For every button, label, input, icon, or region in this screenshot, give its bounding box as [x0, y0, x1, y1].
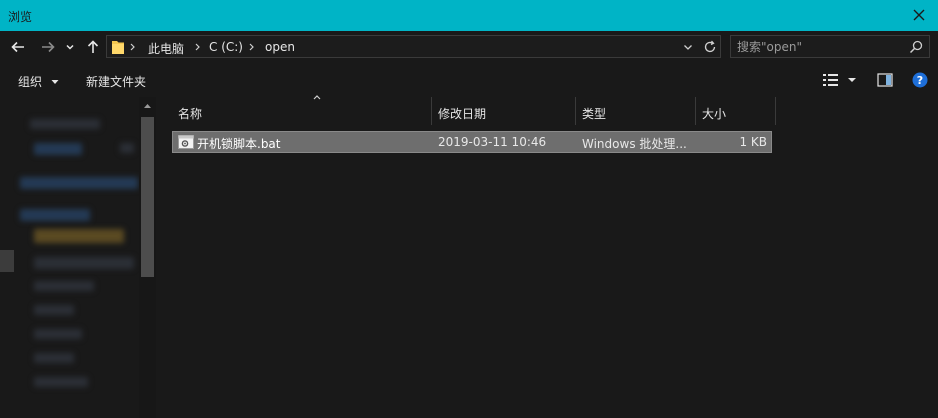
nav-item-blurred[interactable] — [20, 177, 138, 189]
address-row: 此电脑 C (C:) open — [0, 31, 938, 63]
file-list[interactable]: 名称 修改日期 类型 大小 开机锁脚本.bat 2019-03-11 10:46… — [158, 95, 938, 418]
nav-item-blurred[interactable] — [34, 281, 94, 291]
column-label-name: 名称 — [178, 107, 203, 121]
close-button[interactable] — [908, 4, 930, 26]
title-bar: 浏览 — [0, 0, 938, 31]
nav-item-blurred[interactable] — [34, 353, 74, 363]
column-header-size[interactable]: 大小 — [696, 97, 776, 125]
forward-arrow-icon — [42, 41, 55, 53]
view-options-icon — [823, 74, 856, 86]
organize-label: 组织 — [18, 75, 43, 89]
help-icon: ? — [912, 72, 928, 88]
view-options-button[interactable] — [822, 72, 860, 91]
chevron-down-icon[interactable] — [682, 41, 694, 53]
svg-text:?: ? — [917, 74, 923, 87]
address-bar[interactable]: 此电脑 C (C:) open — [106, 35, 721, 58]
column-label-type: 类型 — [582, 107, 607, 121]
nav-scroll-up-button[interactable] — [139, 97, 156, 114]
file-name: 开机锁脚本.bat — [197, 137, 281, 151]
new-folder-button[interactable]: 新建文件夹 — [86, 73, 146, 90]
search-box[interactable] — [730, 35, 930, 58]
sort-ascending-icon — [313, 95, 321, 100]
organize-button[interactable]: 组织 — [18, 73, 60, 90]
refresh-icon[interactable] — [703, 40, 717, 54]
nav-item-blurred[interactable] — [34, 143, 82, 155]
back-button[interactable] — [8, 37, 28, 57]
navigation-pane[interactable] — [0, 97, 158, 418]
nav-item-blurred[interactable] — [34, 257, 134, 269]
nav-scrollbar-thumb[interactable] — [141, 117, 154, 277]
close-icon — [913, 9, 925, 21]
chevron-down-icon — [51, 80, 59, 84]
nav-item-blurred[interactable] — [34, 377, 88, 387]
chevron-right-icon — [130, 43, 135, 51]
search-icon — [909, 40, 923, 54]
nav-item-blurred[interactable] — [20, 209, 90, 221]
back-arrow-icon — [11, 41, 24, 53]
column-header-date[interactable]: 修改日期 — [432, 97, 576, 125]
column-header-name[interactable]: 名称 — [172, 95, 432, 125]
nav-item-blurred[interactable] — [34, 229, 124, 243]
preview-pane-button[interactable] — [877, 72, 893, 91]
nav-item-blurred[interactable] — [34, 305, 74, 315]
breadcrumb-this-pc[interactable]: 此电脑 — [148, 40, 184, 57]
recent-dropdown-icon — [66, 44, 74, 50]
column-label-date: 修改日期 — [438, 107, 487, 121]
chevron-right-icon — [195, 43, 200, 51]
up-arrow-icon — [87, 40, 99, 53]
help-button[interactable]: ? — [912, 72, 928, 91]
up-button[interactable] — [83, 37, 103, 57]
search-input[interactable] — [737, 39, 897, 54]
column-label-size: 大小 — [702, 107, 727, 121]
preview-pane-icon — [877, 73, 893, 87]
file-date: 2019-03-11 10:46 — [438, 135, 547, 149]
forward-button[interactable] — [38, 37, 58, 57]
chevron-right-icon — [249, 43, 254, 51]
command-toolbar: 组织 新建文件夹 ? — [0, 63, 938, 97]
breadcrumb-drive-c[interactable]: C (C:) — [209, 40, 243, 54]
file-type: Windows 批处理... — [582, 137, 687, 151]
nav-selection-marker — [0, 250, 14, 272]
nav-item-blurred[interactable] — [30, 119, 100, 129]
nav-pin-blurred — [120, 143, 134, 153]
chevron-up-icon — [144, 103, 151, 108]
window-title: 浏览 — [8, 10, 33, 24]
column-header-type[interactable]: 类型 — [576, 97, 696, 125]
table-row[interactable]: 开机锁脚本.bat 2019-03-11 10:46 Windows 批处理..… — [172, 131, 772, 153]
recent-locations-button[interactable] — [63, 37, 77, 57]
folder-icon — [112, 41, 124, 54]
breadcrumb-open[interactable]: open — [265, 40, 295, 54]
batch-file-icon — [178, 135, 194, 149]
nav-item-blurred[interactable] — [34, 329, 82, 339]
file-size: 1 KB — [739, 135, 767, 149]
